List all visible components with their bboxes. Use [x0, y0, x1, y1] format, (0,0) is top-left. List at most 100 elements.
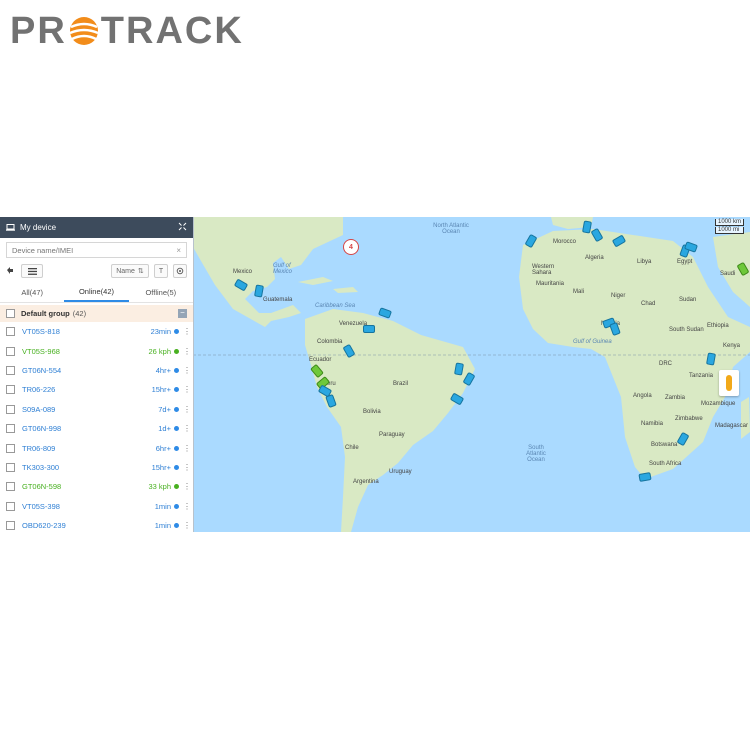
world-map[interactable]: North Atlantic Ocean South Atlantic Ocea…: [193, 217, 750, 532]
country-label: Saudi: [720, 271, 736, 277]
device-checkbox[interactable]: [6, 443, 15, 453]
device-checkbox[interactable]: [6, 521, 15, 531]
country-label: Paraguay: [379, 432, 405, 438]
device-row[interactable]: VT05S-398 1min ⋮: [0, 497, 193, 516]
country-label: Kenya: [723, 343, 741, 349]
device-row[interactable]: VT05S-818 23min ⋮: [0, 322, 193, 341]
country-label: Sudan: [679, 297, 697, 303]
device-row[interactable]: GT06N-554 4hr+ ⋮: [0, 361, 193, 380]
device-status: 1min: [154, 501, 171, 511]
device-checkbox[interactable]: [6, 346, 15, 356]
text-toggle-button[interactable]: T: [154, 264, 168, 278]
more-options-icon[interactable]: ⋮: [183, 463, 191, 472]
group-count: (42): [72, 309, 87, 318]
device-row[interactable]: GT06N-998 1d+ ⋮: [0, 419, 193, 438]
collapse-group-icon[interactable]: −: [178, 309, 187, 318]
device-name[interactable]: VT05S-398: [22, 502, 60, 511]
clear-search-icon[interactable]: ×: [176, 246, 181, 255]
country-label: Bolivia: [363, 409, 381, 415]
device-status-tabs: All(47) Online(42) Offline(5): [0, 282, 193, 303]
north-atlantic-label: North Atlantic Ocean: [433, 223, 469, 235]
logo-text-end: TRACK: [100, 9, 244, 52]
more-options-icon[interactable]: ⋮: [183, 502, 191, 511]
device-checkbox[interactable]: [6, 404, 15, 414]
device-status: 1d+: [158, 424, 171, 434]
status-dot: [174, 464, 179, 470]
country-label: Tanzania: [689, 373, 714, 379]
device-name[interactable]: OBD620-239: [22, 521, 66, 530]
device-checkbox[interactable]: [6, 365, 15, 375]
device-row[interactable]: GT06N-598 33 kph ⋮: [0, 477, 193, 496]
country-label: Mauritania: [536, 281, 565, 287]
more-options-icon[interactable]: ⋮: [183, 347, 191, 356]
sort-by-name-button[interactable]: Name ⇅: [111, 264, 149, 278]
vehicle-marker[interactable]: [363, 325, 375, 333]
list-icon: [27, 267, 37, 275]
device-row[interactable]: TR06-809 6hr+ ⋮: [0, 438, 193, 457]
more-options-icon[interactable]: ⋮: [183, 366, 191, 375]
country-label: Namibia: [641, 421, 664, 427]
collapse-icon[interactable]: [178, 222, 187, 234]
group-checkbox[interactable]: [6, 309, 15, 318]
device-name[interactable]: GT06N-554: [22, 366, 61, 375]
country-label: DRC: [659, 361, 672, 367]
device-name[interactable]: TR06-226: [22, 385, 55, 394]
country-label: Mexico: [233, 269, 253, 275]
laptop-icon: [6, 224, 15, 231]
crosshair-icon: [176, 267, 184, 275]
country-label: Ecuador: [309, 357, 332, 363]
tab-offline[interactable]: Offline(5): [129, 282, 193, 302]
device-name[interactable]: VT05S-968: [22, 347, 60, 356]
device-checkbox[interactable]: [6, 327, 15, 337]
device-group-header[interactable]: Default group (42) −: [0, 305, 193, 322]
more-options-icon[interactable]: ⋮: [183, 482, 191, 491]
device-row[interactable]: TK303-300 15hr+ ⋮: [0, 458, 193, 477]
device-status: 4hr+: [155, 365, 171, 375]
device-checkbox[interactable]: [6, 424, 15, 434]
more-options-icon[interactable]: ⋮: [183, 424, 191, 433]
marker-cluster[interactable]: 4: [343, 239, 359, 255]
device-checkbox[interactable]: [6, 482, 15, 492]
device-name[interactable]: GT06N-598: [22, 482, 61, 491]
street-view-button[interactable]: [719, 370, 739, 396]
country-label: Brazil: [393, 381, 409, 387]
sidebar-title: My device: [20, 223, 57, 232]
device-checkbox[interactable]: [6, 462, 15, 472]
device-status: 1min: [154, 521, 171, 531]
device-name[interactable]: TK303-300: [22, 463, 59, 472]
tab-all[interactable]: All(47): [0, 282, 64, 302]
select-arrow-icon[interactable]: [6, 262, 14, 280]
map-scale: 1000 km 1000 mi: [714, 219, 744, 235]
country-label: Argentina: [353, 479, 379, 485]
device-row[interactable]: TR06-226 15hr+ ⋮: [0, 380, 193, 399]
country-label: Guatemala: [263, 297, 293, 303]
tab-online[interactable]: Online(42): [64, 282, 129, 302]
country-label: Algeria: [585, 255, 604, 261]
device-status: 15hr+: [151, 385, 171, 395]
sidebar-toolbar: Name ⇅ T: [0, 260, 193, 282]
device-name[interactable]: TR06-809: [22, 444, 55, 453]
more-options-icon[interactable]: ⋮: [183, 521, 191, 530]
country-label: Ethiopia: [707, 323, 729, 329]
device-checkbox[interactable]: [6, 501, 15, 511]
more-options-icon[interactable]: ⋮: [183, 405, 191, 414]
more-options-icon[interactable]: ⋮: [183, 385, 191, 394]
device-row[interactable]: VT05S-968 26 kph ⋮: [0, 341, 193, 360]
more-options-icon[interactable]: ⋮: [183, 444, 191, 453]
device-name[interactable]: S09A-089: [22, 405, 55, 414]
device-status: 6hr+: [155, 443, 171, 453]
device-name[interactable]: VT05S-818: [22, 327, 60, 336]
device-status: 33 kph: [148, 482, 171, 492]
device-row[interactable]: OBD620-239 1min ⋮: [0, 516, 193, 532]
list-view-button[interactable]: [21, 264, 43, 278]
device-search-field[interactable]: ×: [6, 242, 187, 258]
device-checkbox[interactable]: [6, 385, 15, 395]
more-options-icon[interactable]: ⋮: [183, 327, 191, 336]
device-row[interactable]: S09A-089 7d+ ⋮: [0, 400, 193, 419]
locate-button[interactable]: [173, 264, 187, 278]
country-label: Zimbabwe: [675, 416, 703, 422]
device-name[interactable]: GT06N-998: [22, 424, 61, 433]
device-status: 7d+: [158, 404, 171, 414]
device-search-input[interactable]: [12, 245, 162, 255]
status-dot: [174, 387, 179, 393]
